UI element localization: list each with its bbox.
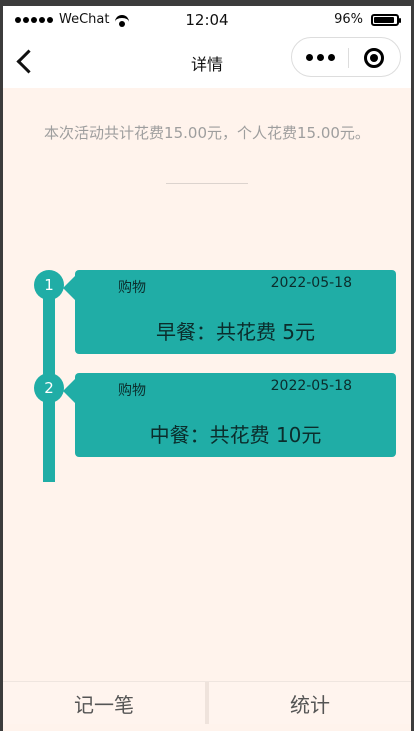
expense-category: 购物 bbox=[118, 383, 146, 399]
bottom-tab-bar: 记一笔 统计 bbox=[3, 681, 411, 724]
close-mini-program-icon[interactable] bbox=[364, 48, 384, 68]
status-bar: WeChat 12:04 96% bbox=[3, 6, 411, 34]
timeline-node: 2 bbox=[34, 373, 64, 403]
expense-description: 中餐：共花费 10元 bbox=[149, 423, 322, 447]
expense-date: 2022-05-18 bbox=[270, 275, 352, 291]
phone-screen: WeChat 12:04 96% 详情 本次活动共计花费15.00元，个人花费1… bbox=[3, 6, 411, 731]
more-icon[interactable] bbox=[306, 54, 335, 61]
expense-card[interactable]: 购物 2022-05-18 早餐：共花费 5元 bbox=[63, 270, 396, 354]
timeline-node: 1 bbox=[34, 270, 64, 300]
navigation-bar: 详情 bbox=[3, 34, 411, 88]
expense-description: 早餐：共花费 5元 bbox=[155, 320, 316, 344]
expense-date: 2022-05-18 bbox=[270, 378, 352, 394]
summary-text: 本次活动共计花费15.00元，个人花费15.00元。 bbox=[44, 124, 370, 142]
summary-divider bbox=[166, 183, 248, 184]
expense-card[interactable]: 购物 2022-05-18 中餐：共花费 10元 bbox=[63, 373, 396, 457]
tab-stats[interactable]: 统计 bbox=[209, 682, 411, 724]
tab-record[interactable]: 记一笔 bbox=[3, 682, 205, 724]
battery-icon bbox=[371, 13, 401, 26]
battery-percent: 96% bbox=[334, 12, 363, 27]
menu-capsule bbox=[291, 37, 401, 77]
expense-category: 购物 bbox=[118, 280, 146, 296]
capsule-divider bbox=[348, 48, 349, 68]
